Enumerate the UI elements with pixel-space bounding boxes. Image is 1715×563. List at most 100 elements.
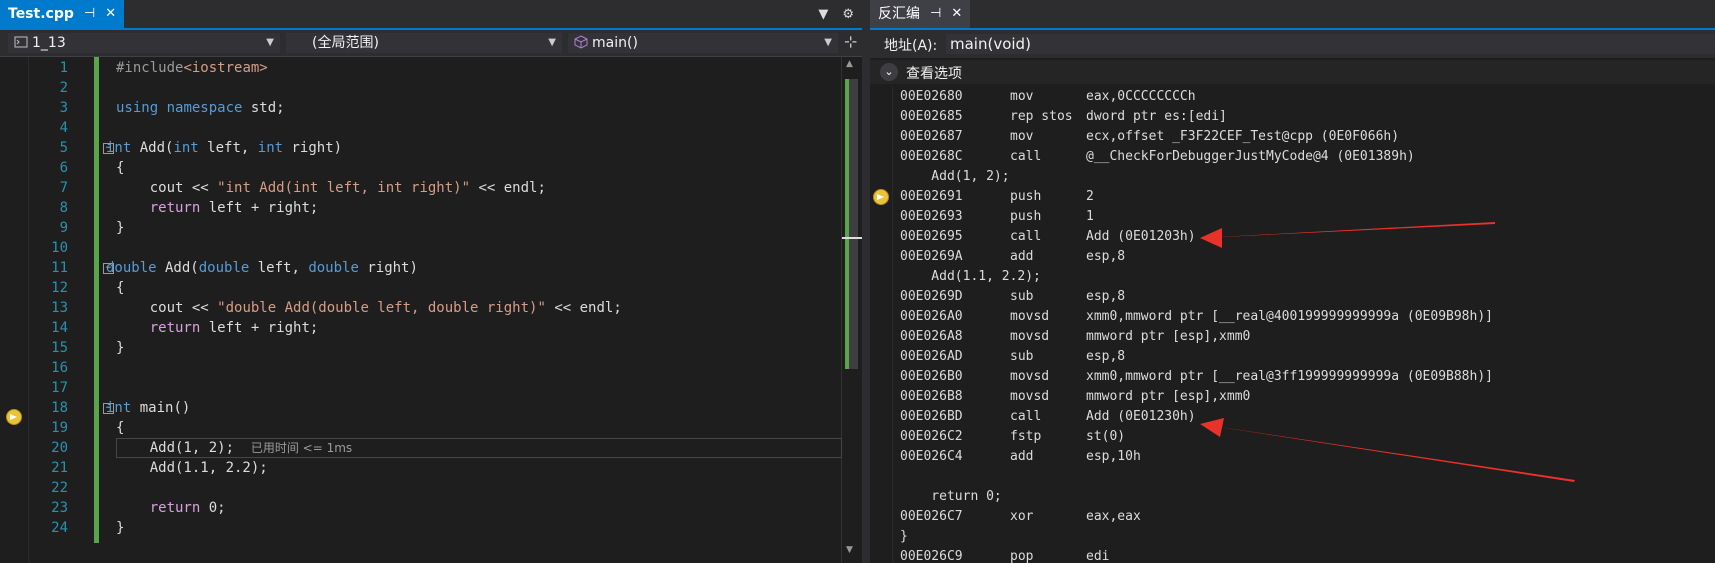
scope-name: (全局范围) [312,35,379,51]
code-line[interactable]: 17 [0,378,840,398]
method-cube-icon [574,35,588,49]
code-line[interactable]: 14 return left + right; [0,318,840,338]
code-line[interactable]: 15} [0,338,840,358]
instruction-mnemonic: push [1010,189,1042,204]
instruction-operands: ecx,offset _F3F22CEF_Test@cpp (0E0F066h) [1086,129,1400,144]
line-number: 13 [51,300,68,316]
code-text: { [116,160,125,176]
project-icon [14,35,28,49]
chevron-down-icon[interactable]: ⌄ [880,63,898,81]
navigation-bar: 1_13 ▼ (全局范围) ▼ main() ▼ ⊹ [0,30,862,57]
vertical-scrollbar[interactable]: ▲ ▼ [841,57,862,563]
code-line[interactable]: 24} [0,518,840,538]
source-text: return 0; [900,489,1002,504]
code-area[interactable]: ▲ ▼ 1 #include<iostream> 2 3 using namespace… [0,57,862,563]
instruction-operands: edi [1086,549,1110,563]
code-text: int Add(int left, int right) [106,140,343,156]
code-text: } [116,340,125,356]
code-line[interactable]: 12 { [0,278,840,298]
instruction-mnemonic: movsd [1010,389,1050,404]
code-line[interactable]: 13 cout << "double Add(double left, doub… [0,298,840,318]
address-label: 地址(A): [884,38,938,54]
code-line[interactable]: 8 return left + right; [0,198,840,218]
project-dropdown[interactable]: 1_13 ▼ [8,33,280,53]
instruction-address: 00E026B0 [900,369,963,384]
code-line[interactable]: 10 [0,238,840,258]
code-text: } [116,520,125,536]
tab-dropdown-icon[interactable]: ▼ [818,7,828,22]
instruction-operands: Add (0E01203h) [1086,229,1196,244]
code-line[interactable]: 2 [0,78,840,98]
code-line[interactable]: 16 [0,358,840,378]
instruction-address: 00E02695 [900,229,963,244]
instruction-address: 00E02693 [900,209,963,224]
view-options-bar[interactable]: ⌄ 查看选项 [870,60,1715,84]
scroll-up-icon[interactable]: ▲ [846,59,853,69]
disasm-glyph-margin [870,87,893,563]
code-line[interactable]: 21 Add(1.1, 2.2); [0,458,840,478]
code-line[interactable]: 1 #include<iostream> [0,58,840,78]
instruction-operands: xmm0,mmword ptr [__real@400199999999999a… [1086,309,1493,324]
instruction-mnemonic: rep stos [1010,109,1073,124]
close-icon[interactable]: ✕ [105,0,116,28]
instruction-operands: esp,8 [1086,349,1126,364]
source-line[interactable]: return 0; [900,487,1002,507]
line-number: 6 [59,160,68,176]
code-line[interactable]: 4 [0,118,840,138]
line-number: 20 [51,440,68,456]
source-line[interactable]: Add(1.1, 2.2); [900,267,1041,287]
address-input[interactable]: main(void) [946,34,1715,54]
code-line[interactable]: 9} [0,218,840,238]
code-line[interactable]: 23 return 0; [0,498,840,518]
editor-tab-bar: Test.cpp ⊣ ✕ ▼ ⚙ [0,0,862,30]
instruction-address: 00E02680 [900,89,963,104]
code-text: #include<iostream> [116,60,268,76]
disassembly-listing[interactable]: 00E02680 mov eax,0CCCCCCCCh 00E02685 rep sto… [870,87,1715,563]
code-line[interactable]: 20 Add(1, 2); 已用时间 <= 1ms [0,438,842,458]
instruction-address: 00E026C2 [900,429,963,444]
code-line[interactable]: 7 cout << "int Add(int left, int right)"… [0,178,840,198]
instruction-mnemonic: movsd [1010,369,1050,384]
line-number: 3 [59,100,68,116]
close-icon[interactable]: ✕ [951,0,962,28]
line-number: 4 [59,120,68,136]
instruction-address: 00E026B8 [900,389,963,404]
instruction-mnemonic: pop [1010,549,1034,563]
disassembly-window: 反汇编 ⊣ ✕ 地址(A): main(void) ⌄ 查看选项 00E0268… [870,0,1715,563]
instruction-operands: esp,8 [1086,289,1126,304]
line-number: 19 [51,420,68,436]
code-line[interactable]: 22 [0,478,840,498]
pin-icon[interactable]: ⊣ [930,0,941,28]
tab-disassembly[interactable]: 反汇编 ⊣ ✕ [870,0,971,28]
scroll-change-marker [845,79,849,369]
source-line[interactable]: } [900,527,908,547]
instruction-address: 00E0268C [900,149,963,164]
split-window-icon[interactable]: ⊹ [844,32,857,51]
code-text: cout << "double Add(double left, double … [116,300,622,316]
code-line[interactable]: 11− double Add(double left, double right) [0,258,840,278]
source-line[interactable]: Add(1, 2); [900,167,1010,187]
line-number: 24 [51,520,68,536]
line-number: 22 [51,480,68,496]
scroll-down-icon[interactable]: ▼ [846,545,853,555]
source-text: Add(1, 2); [900,169,1010,184]
pane-splitter[interactable] [862,0,870,563]
member-dropdown[interactable]: main() ▼ [568,33,838,53]
scope-dropdown[interactable]: (全局范围) ▼ [286,33,562,53]
code-line[interactable]: 6{ [0,158,840,178]
tab-test-cpp[interactable]: Test.cpp ⊣ ✕ [0,0,125,28]
instruction-address: 00E026C9 [900,549,963,563]
line-number: 2 [59,80,68,96]
code-line[interactable]: 19 { [0,418,840,438]
pin-icon[interactable]: ⊣ [84,0,95,28]
code-line[interactable]: 18− int main() [0,398,840,418]
code-line[interactable]: 5− int Add(int left, int right) [0,138,840,158]
instruction-mnemonic: add [1010,249,1034,264]
code-line[interactable]: 3 using namespace std; [0,98,840,118]
instruction-address: 00E0269D [900,289,963,304]
instruction-operands: @__CheckForDebuggerJustMyCode@4 (0E01389… [1086,149,1415,164]
code-text: return left + right; [149,320,319,336]
gear-icon[interactable]: ⚙ [842,7,854,22]
disasm-tab-bar: 反汇编 ⊣ ✕ [870,0,1715,30]
chevron-down-icon: ▼ [824,37,832,48]
